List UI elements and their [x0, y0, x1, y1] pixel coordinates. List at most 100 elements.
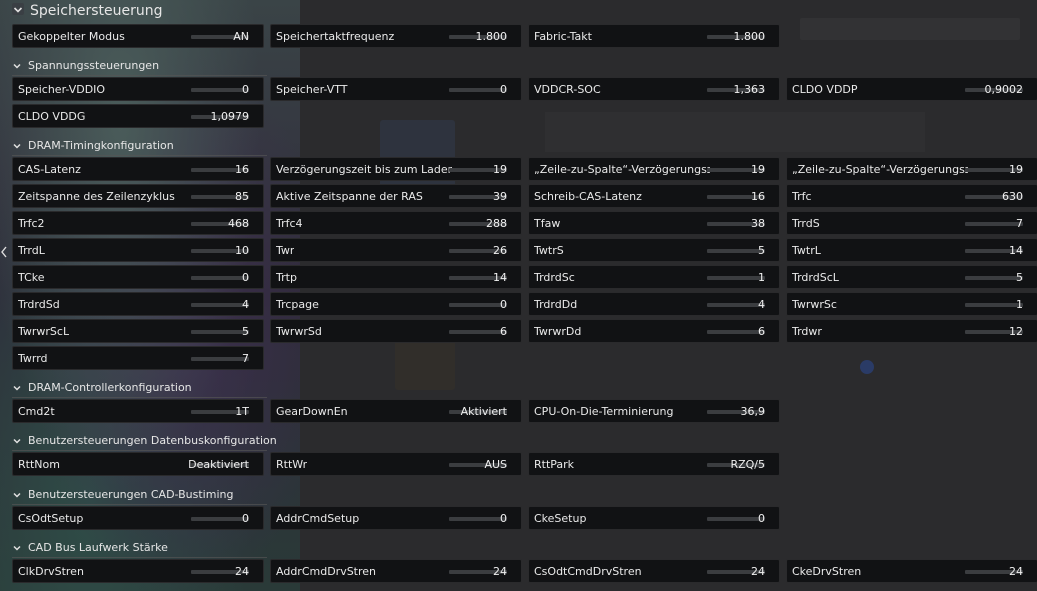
setting-field[interactable]: Trfc4 288 [270, 211, 522, 235]
setting-field[interactable]: CLDO VDDG 1,0979 [12, 104, 264, 128]
setting-field[interactable]: TwrwrDd 6 [528, 319, 780, 343]
setting-value: 0 [242, 83, 249, 96]
setting-field[interactable]: CPU-On-Die-Terminierung 36,9 [528, 399, 780, 423]
setting-label: Speichertaktfrequenz [276, 30, 395, 43]
setting-field[interactable]: CsOdtSetup 0 [12, 506, 264, 530]
setting-value: 19 [493, 163, 507, 176]
setting-value: 14 [493, 271, 507, 284]
setting-field[interactable]: AddrCmdDrvStren 24 [270, 559, 522, 583]
setting-field[interactable]: Trfc2 468 [12, 211, 264, 235]
setting-field[interactable]: Speicher-VDDIO 0 [12, 77, 264, 101]
setting-value: 24 [493, 565, 507, 578]
setting-field[interactable]: TwrwrSc 1 [786, 292, 1037, 316]
value-slider-track [707, 249, 765, 253]
section-header[interactable]: DRAM-Controllerkonfiguration [12, 379, 267, 398]
setting-field[interactable]: Schreib-CAS-Latenz 16 [528, 184, 780, 208]
setting-label: Trcpage [276, 298, 319, 311]
setting-field[interactable]: RttWr AUS [270, 452, 522, 476]
setting-label: CkeDrvStren [792, 565, 862, 578]
setting-field[interactable]: Zeitspanne des Zeilenzyklus 85 [12, 184, 264, 208]
setting-field[interactable]: Fabric-Takt 1.800 [528, 24, 780, 48]
setting-label: TrrdS [792, 217, 820, 230]
section-header[interactable]: CAD Bus Laufwerk Stärke [12, 539, 267, 558]
setting-field[interactable]: RttNom Deaktiviert [12, 452, 264, 476]
setting-field[interactable]: TrdrdSc 1 [528, 265, 780, 289]
setting-value: 1 [1016, 298, 1023, 311]
setting-field[interactable]: ClkDrvStren 24 [12, 559, 264, 583]
section-header[interactable]: Spannungssteuerungen [12, 57, 267, 76]
setting-value: 4 [242, 298, 249, 311]
setting-label: AddrCmdDrvStren [276, 565, 377, 578]
setting-field[interactable]: RttPark RZQ/5 [528, 452, 780, 476]
setting-field[interactable]: TrdrdSd 4 [12, 292, 264, 316]
value-slider-track [707, 330, 765, 334]
setting-field[interactable]: Speichertaktfrequenz 1.800 [270, 24, 522, 48]
setting-field[interactable]: „Zeile-zu-Spalte“-Verzögerungsze... 19 [528, 157, 780, 181]
setting-value: 16 [751, 190, 765, 203]
setting-field[interactable]: Cmd2t 1T [12, 399, 264, 423]
setting-value: 1.800 [475, 30, 508, 43]
setting-field[interactable]: TCke 0 [12, 265, 264, 289]
setting-field[interactable]: CkeDrvStren 24 [786, 559, 1037, 583]
value-slider-track [449, 88, 507, 92]
setting-field[interactable]: CsOdtCmdDrvStren 24 [528, 559, 780, 583]
setting-value: 0 [500, 298, 507, 311]
section-header-label: Spannungssteuerungen [28, 59, 160, 72]
section-divider [12, 557, 267, 558]
setting-value: 1,0979 [210, 110, 250, 123]
setting-field[interactable]: CLDO VDDP 0,9002 [786, 77, 1037, 101]
setting-label: CAS-Latenz [18, 163, 81, 176]
setting-field[interactable]: „Zeile-zu-Spalte“-Verzögerungsze... 19 [786, 157, 1037, 181]
setting-label: ClkDrvStren [18, 565, 84, 578]
setting-field[interactable]: Tfaw 38 [528, 211, 780, 235]
value-slider-track [707, 303, 765, 307]
section-header[interactable]: DRAM-Timingkonfiguration [12, 137, 267, 156]
setting-field[interactable]: TwrwrScL 5 [12, 319, 264, 343]
setting-field[interactable]: Twr 26 [270, 238, 522, 262]
setting-field[interactable]: TrrdL 10 [12, 238, 264, 262]
setting-field[interactable]: TwtrL 14 [786, 238, 1037, 262]
setting-field[interactable]: Twrrd 7 [12, 346, 264, 370]
setting-label: „Zeile-zu-Spalte“-Verzögerungsze... [792, 163, 968, 176]
setting-value: AN [233, 30, 249, 43]
setting-value: 0 [500, 512, 507, 525]
setting-value: 4 [758, 298, 765, 311]
setting-field[interactable]: Verzögerungszeit bis zum Laden ... 19 [270, 157, 522, 181]
setting-field[interactable]: GearDownEn Aktiviert [270, 399, 522, 423]
setting-label: TwrwrScL [18, 325, 70, 338]
setting-field[interactable]: TrdrdScL 5 [786, 265, 1037, 289]
setting-field[interactable]: Speicher-VTT 0 [270, 77, 522, 101]
chevron-down-icon [12, 434, 22, 444]
setting-value: 24 [235, 565, 249, 578]
chevron-down-icon [12, 59, 22, 69]
setting-label: Aktive Zeitspanne der RAS [276, 190, 423, 203]
setting-field[interactable]: TwtrS 5 [528, 238, 780, 262]
chevron-down-icon [12, 139, 22, 149]
setting-field[interactable]: TrdrdDd 4 [528, 292, 780, 316]
setting-field[interactable]: TrrdS 7 [786, 211, 1037, 235]
setting-field[interactable]: TwrwrSd 6 [270, 319, 522, 343]
setting-field[interactable]: CkeSetup 0 [528, 506, 780, 530]
chevron-left-icon[interactable] [0, 246, 8, 260]
value-slider-track [965, 276, 1023, 280]
setting-field[interactable]: VDDCR-SOC 1,363 [528, 77, 780, 101]
setting-field[interactable]: Aktive Zeitspanne der RAS 39 [270, 184, 522, 208]
setting-value: 85 [235, 190, 249, 203]
value-slider-track [191, 517, 249, 521]
setting-value: 630 [1002, 190, 1023, 203]
setting-label: Speicher-VTT [276, 83, 348, 96]
setting-field[interactable]: Gekoppelter Modus AN [12, 24, 264, 48]
value-slider-track [449, 303, 507, 307]
section-header[interactable]: Benutzersteuerungen Datenbuskonfiguratio… [12, 432, 277, 451]
setting-field[interactable]: CAS-Latenz 16 [12, 157, 264, 181]
section-header-memory-control[interactable]: Speichersteuerung [12, 2, 163, 20]
setting-label: Twrrd [18, 352, 48, 365]
setting-field[interactable]: Trtp 14 [270, 265, 522, 289]
section-header[interactable]: Benutzersteuerungen CAD-Bustiming [12, 486, 267, 505]
setting-field[interactable]: Trdwr 12 [786, 319, 1037, 343]
setting-label: RttNom [18, 458, 60, 471]
setting-label: TwtrL [792, 244, 821, 257]
setting-field[interactable]: AddrCmdSetup 0 [270, 506, 522, 530]
setting-field[interactable]: Trcpage 0 [270, 292, 522, 316]
setting-field[interactable]: Trfc 630 [786, 184, 1037, 208]
